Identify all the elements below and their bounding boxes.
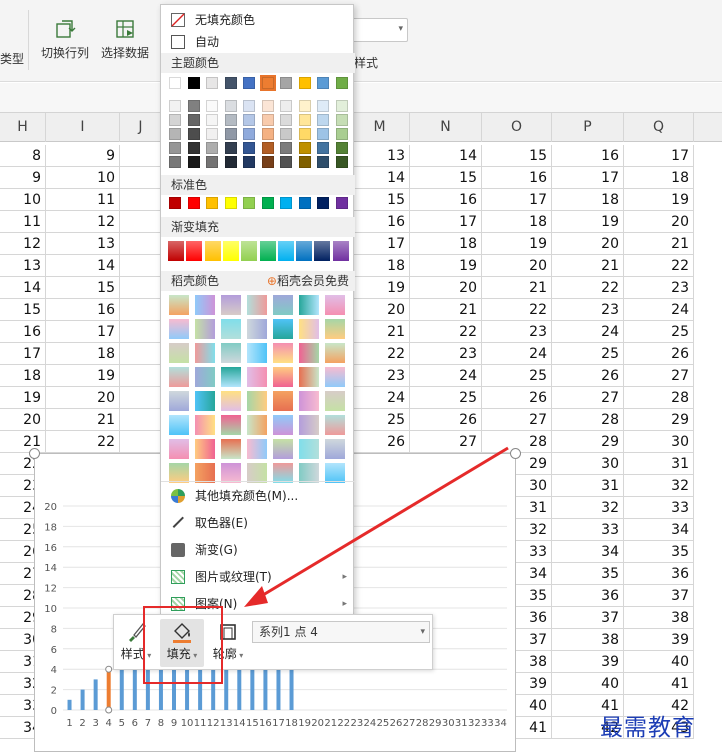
watermark-text: 最需教育 <box>600 715 696 741</box>
red-arrow-annotation <box>244 446 509 607</box>
